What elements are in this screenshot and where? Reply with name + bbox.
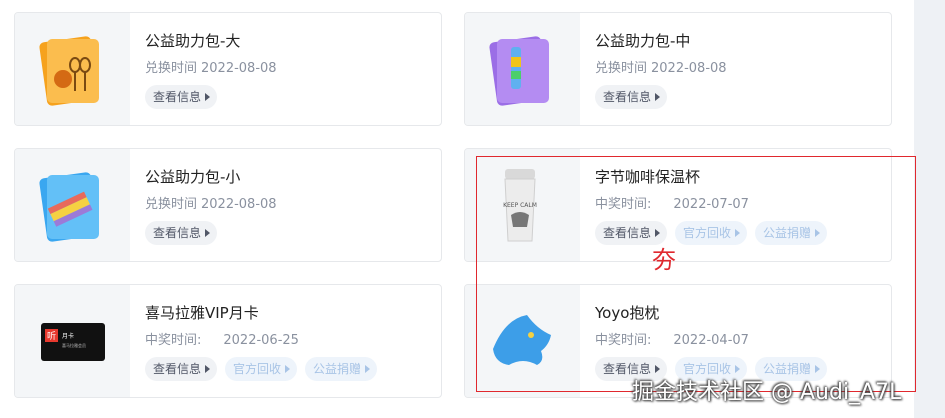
caret-right-icon — [205, 229, 211, 237]
prize-thumbnail — [15, 13, 130, 125]
charity-donate-label: 公益捐赠 — [313, 362, 362, 376]
annotation-text: 夯 — [652, 246, 676, 274]
gift-pack-blue-icon — [39, 172, 99, 242]
caret-right-icon — [365, 365, 371, 373]
annotation-highlight-box — [476, 156, 916, 392]
vip-card-title-text: 月卡 — [62, 332, 74, 340]
time-value: 2022-08-08 — [651, 61, 727, 76]
prize-card-big-pack[interactable]: 公益助力包-大 兑换时间 2022-08-08 查看信息 — [14, 12, 442, 126]
time-label: 中奖时间: — [145, 333, 202, 348]
caret-right-icon — [205, 93, 211, 101]
prize-title: 公益助力包-小 — [145, 168, 241, 186]
time-label: 兑换时间 — [595, 61, 648, 76]
view-info-label: 查看信息 — [153, 362, 202, 376]
time-value: 2022-08-08 — [201, 61, 277, 76]
time-value: 2022-08-08 — [201, 197, 277, 212]
vip-card-logo-text: 听 — [47, 331, 56, 342]
gift-pack-orange-icon — [39, 36, 99, 106]
prize-time: 兑换时间 2022-08-08 — [595, 57, 727, 76]
gift-pack-purple-icon — [489, 36, 549, 106]
view-info-label: 查看信息 — [603, 90, 652, 104]
prize-title: 公益助力包-大 — [145, 32, 241, 50]
watermark-text: 掘金技术社区 @ Audi_A7L — [632, 380, 902, 405]
view-info-button[interactable]: 查看信息 — [145, 357, 218, 381]
prize-card-small-pack[interactable]: 公益助力包-小 兑换时间 2022-08-08 查看信息 — [14, 148, 442, 262]
prize-title: 喜马拉雅VIP月卡 — [145, 304, 259, 322]
view-info-label: 查看信息 — [153, 226, 202, 240]
vip-card-subtitle-text: 喜马拉雅会员 — [62, 342, 86, 348]
view-info-button[interactable]: 查看信息 — [145, 85, 218, 109]
prize-time: 兑换时间 2022-08-08 — [145, 193, 277, 212]
official-recycle-button[interactable]: 官方回收 — [225, 357, 298, 381]
charity-donate-button[interactable]: 公益捐赠 — [305, 357, 378, 381]
caret-right-icon — [285, 365, 291, 373]
prize-card-medium-pack[interactable]: 公益助力包-中 兑换时间 2022-08-08 查看信息 — [464, 12, 892, 126]
vip-card-icon: 听 月卡 喜马拉雅会员 — [41, 323, 105, 361]
official-recycle-label: 官方回收 — [233, 362, 282, 376]
time-value: 2022-06-25 — [223, 333, 299, 348]
prize-time: 中奖时间: 2022-06-25 — [145, 329, 299, 348]
prize-title: 公益助力包-中 — [595, 32, 691, 50]
prize-thumbnail — [15, 149, 130, 261]
prize-thumbnail: 听 月卡 喜马拉雅会员 — [15, 285, 130, 397]
prize-time: 兑换时间 2022-08-08 — [145, 57, 277, 76]
caret-right-icon — [205, 365, 211, 373]
time-label: 兑换时间 — [145, 197, 198, 212]
prize-thumbnail — [465, 13, 580, 125]
view-info-label: 查看信息 — [153, 90, 202, 104]
prize-card-ximalaya-vip[interactable]: 听 月卡 喜马拉雅会员 喜马拉雅VIP月卡 中奖时间: 2022-06-25 查看… — [14, 284, 442, 398]
view-info-button[interactable]: 查看信息 — [145, 221, 218, 245]
view-info-button[interactable]: 查看信息 — [595, 85, 668, 109]
caret-right-icon — [655, 93, 661, 101]
time-label: 兑换时间 — [145, 61, 198, 76]
right-side-panel — [914, 0, 945, 418]
